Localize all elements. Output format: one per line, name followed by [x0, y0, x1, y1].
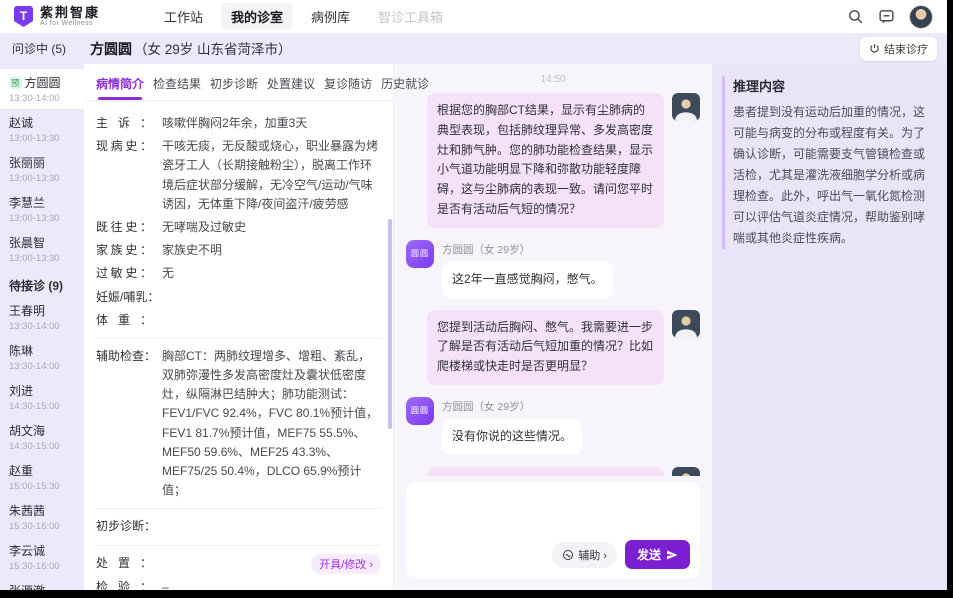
- field-label: 处置：: [96, 554, 152, 573]
- field-label: 妊娠/哺乳：: [96, 288, 152, 307]
- patient-avatar: 圆圆: [406, 240, 434, 268]
- patient-list-item[interactable]: 赵诚13:00-13:30: [0, 109, 84, 149]
- aux-exam-value: 胸部CT：两肺纹理增多、增粗、紊乱，双肺弥漫性多发高密度灶及囊状低密度灶，纵隔淋…: [162, 347, 381, 501]
- app-window: T 紫荆智康 AI for Wellness 工作站 我的诊室 病例库 智诊工具…: [0, 0, 947, 590]
- field-value: 无哮喘及过敏史: [162, 218, 381, 237]
- doctor-avatar: [672, 310, 700, 338]
- patient-list-item[interactable]: 胡文海14:30-15:00: [0, 417, 84, 457]
- field-value: 咳嗽伴胸闷2年余，加重3天: [162, 114, 381, 133]
- message-icon[interactable]: [878, 8, 895, 25]
- field-label: 体重：: [96, 311, 152, 330]
- patient-message: 圆圆 方圆圆（女 29岁） 没有你说的这些情况。: [406, 397, 700, 455]
- reasoning-panel: 推理内容 患者提到没有运动后加重的情况，这可能与病变的分布或程度有关。为了确认诊…: [712, 64, 947, 590]
- brand-tagline: AI for Wellness: [40, 20, 100, 28]
- doctor-message: 根据您的胸部CT结果，显示有尘肺病的典型表现，包括肺纹理异常、多发高密度灶和肺气…: [406, 93, 700, 228]
- message-bubble: 这2年一直感觉胸闷，憋气。: [442, 262, 613, 298]
- consultation-chat-panel: 14:50 根据您的胸部CT结果，显示有尘肺病的典型表现，包括肺纹理异常、多发高…: [393, 64, 712, 590]
- patient-list-item[interactable]: 朱茜茜15:30-16:00: [0, 497, 84, 537]
- nav-my-clinic[interactable]: 我的诊室: [221, 3, 293, 30]
- tab-history-visits[interactable]: 历史就诊: [379, 72, 431, 100]
- field-label: 家族史：: [96, 241, 152, 260]
- medical-record-panel: 病情简介 检查结果 初步诊断 处置建议 复诊随访 历史就诊 主诉： 咳嗽伴胸闷2年…: [84, 64, 393, 590]
- divider: [96, 338, 381, 339]
- queue-status: 问诊中 (5): [0, 40, 84, 57]
- main-nav: 工作站 我的诊室 病例库 智诊工具箱: [154, 3, 453, 30]
- brand-shield-icon: T: [14, 6, 33, 27]
- top-navbar: T 紫荆智康 AI for Wellness 工作站 我的诊室 病例库 智诊工具…: [0, 0, 947, 33]
- patient-message-label: 方圆圆（女 29岁）: [442, 242, 613, 257]
- chat-input[interactable]: [414, 490, 692, 542]
- patient-title: 方圆圆（女 29岁 山东省菏泽市）: [90, 38, 292, 59]
- end-session-button[interactable]: 结束诊疗: [860, 37, 937, 61]
- patient-list-item[interactable]: 张源澈15:30-16:00: [0, 577, 84, 590]
- nav-case-library[interactable]: 病例库: [301, 3, 360, 30]
- doctor-avatar: [672, 467, 700, 476]
- field-value: 家族史不明: [162, 241, 381, 260]
- message-bubble: 没有你说的这些情况。: [442, 419, 582, 455]
- search-icon[interactable]: [847, 8, 864, 25]
- nav-smart-toolbox[interactable]: 智诊工具箱: [368, 3, 453, 30]
- message-bubble: 您提到活动后胸闷、憋气。我需要进一步了解是否有活动后气短加重的情况？比如爬楼梯或…: [427, 310, 664, 385]
- message-bubble: 根据您的胸部CT结果，显示有尘肺病的典型表现，包括肺纹理异常、多发高密度灶和肺气…: [427, 93, 664, 228]
- record-body: 主诉： 咳嗽伴胸闷2年余，加重3天 现病史： 干咳无痰，无反酸或烧心，职业暴露为烤瓷…: [84, 101, 393, 590]
- send-button[interactable]: 发送: [625, 540, 690, 569]
- patient-list-sidebar: 预方圆圆 13:30-14:00 赵诚13:00-13:30 张丽丽13:00-…: [0, 64, 84, 590]
- field-value: 无: [162, 264, 381, 283]
- field-label: 初步诊断：: [96, 517, 152, 536]
- field-label: 辅助检查：: [96, 347, 152, 366]
- field-value: 干咳无痰，无反酸或烧心，职业暴露为烤瓷牙工人（长期接触粉尘），脱离工作环境后症状…: [162, 137, 381, 214]
- field-label: 检验：: [96, 578, 152, 590]
- appointment-badge: 预: [9, 77, 22, 89]
- patient-name: 方圆圆: [90, 41, 132, 57]
- power-icon: [869, 43, 880, 54]
- record-tabs: 病情简介 检查结果 初步诊断 处置建议 复诊随访 历史就诊: [84, 64, 393, 101]
- brand-logo: T 紫荆智康 AI for Wellness: [14, 6, 146, 28]
- patient-list-item[interactable]: 张晨智13:00-13:30: [0, 229, 84, 269]
- field-label: 主诉：: [96, 114, 152, 133]
- tab-exam-results[interactable]: 检查结果: [151, 72, 203, 100]
- record-scrollbar-thumb[interactable]: [388, 219, 392, 429]
- tab-condition-summary[interactable]: 病情简介: [94, 72, 146, 100]
- doctor-message: 我需要安排您进行支气管镜检查，以进一步明确肺部病变性质。这项检查可以帮助我们获取…: [406, 467, 700, 476]
- tab-followup-visit[interactable]: 复诊随访: [322, 72, 374, 100]
- issue-modify-button[interactable]: 开具/修改 ›: [311, 554, 381, 574]
- patient-list-item[interactable]: 张丽丽13:00-13:30: [0, 149, 84, 189]
- patient-avatar: 圆圆: [406, 397, 434, 425]
- doctor-avatar: [672, 93, 700, 121]
- tab-disposal-advice[interactable]: 处置建议: [265, 72, 317, 100]
- field-label: 现病史：: [96, 137, 152, 156]
- reasoning-title: 推理内容: [733, 76, 935, 95]
- reasoning-body: 患者提到没有运动后加重的情况，这可能与病变的分布或程度有关。为了确认诊断，可能需…: [733, 102, 935, 249]
- tab-initial-diagnosis[interactable]: 初步诊断: [208, 72, 260, 100]
- chat-input-card: 辅助 › 发送: [406, 482, 700, 578]
- user-avatar[interactable]: [909, 5, 933, 29]
- divider: [96, 545, 381, 546]
- divider: [96, 508, 381, 509]
- chat-message-list: 14:50 根据您的胸部CT结果，显示有尘肺病的典型表现，包括肺纹理异常、多发高…: [394, 64, 712, 476]
- patient-list-item[interactable]: 李云诚15:30-16:00: [0, 537, 84, 577]
- patient-list-item[interactable]: 王春明13:30-14:00: [0, 297, 84, 337]
- patient-list-item[interactable]: 李慧兰13:00-13:30: [0, 189, 84, 229]
- brand-name: 紫荆智康: [40, 6, 100, 20]
- assist-button[interactable]: 辅助 ›: [552, 542, 617, 568]
- chat-timestamp: 14:50: [406, 74, 700, 85]
- patient-list-item[interactable]: 刘进14:30-15:00: [0, 377, 84, 417]
- waiting-section-header: 待接诊 (9): [0, 269, 84, 297]
- patient-message: 圆圆 方圆圆（女 29岁） 这2年一直感觉胸闷，憋气。: [406, 240, 700, 298]
- patient-meta: （女 29岁 山东省菏泽市）: [134, 42, 292, 57]
- patient-header: 问诊中 (5) 方圆圆（女 29岁 山东省菏泽市） 结束诊疗: [0, 33, 947, 64]
- patient-message-label: 方圆圆（女 29岁）: [442, 399, 582, 414]
- message-bubble: 我需要安排您进行支气管镜检查，以进一步明确肺部病变性质。这项检查可以帮助我们获取…: [427, 467, 664, 476]
- nav-workstation[interactable]: 工作站: [154, 3, 213, 30]
- patient-list-item[interactable]: 赵重15:00-15:30: [0, 457, 84, 497]
- field-label: 既往史：: [96, 218, 152, 237]
- doctor-message: 您提到活动后胸闷、憋气。我需要进一步了解是否有活动后气短加重的情况？比如爬楼梯或…: [406, 310, 700, 385]
- ai-assist-icon: [562, 549, 574, 561]
- send-icon: [666, 549, 678, 561]
- field-label: 过敏史：: [96, 264, 152, 283]
- patient-list-item[interactable]: 陈琳13:30-14:00: [0, 337, 84, 377]
- patient-list-item-selected[interactable]: 预方圆圆 13:30-14:00: [0, 69, 84, 109]
